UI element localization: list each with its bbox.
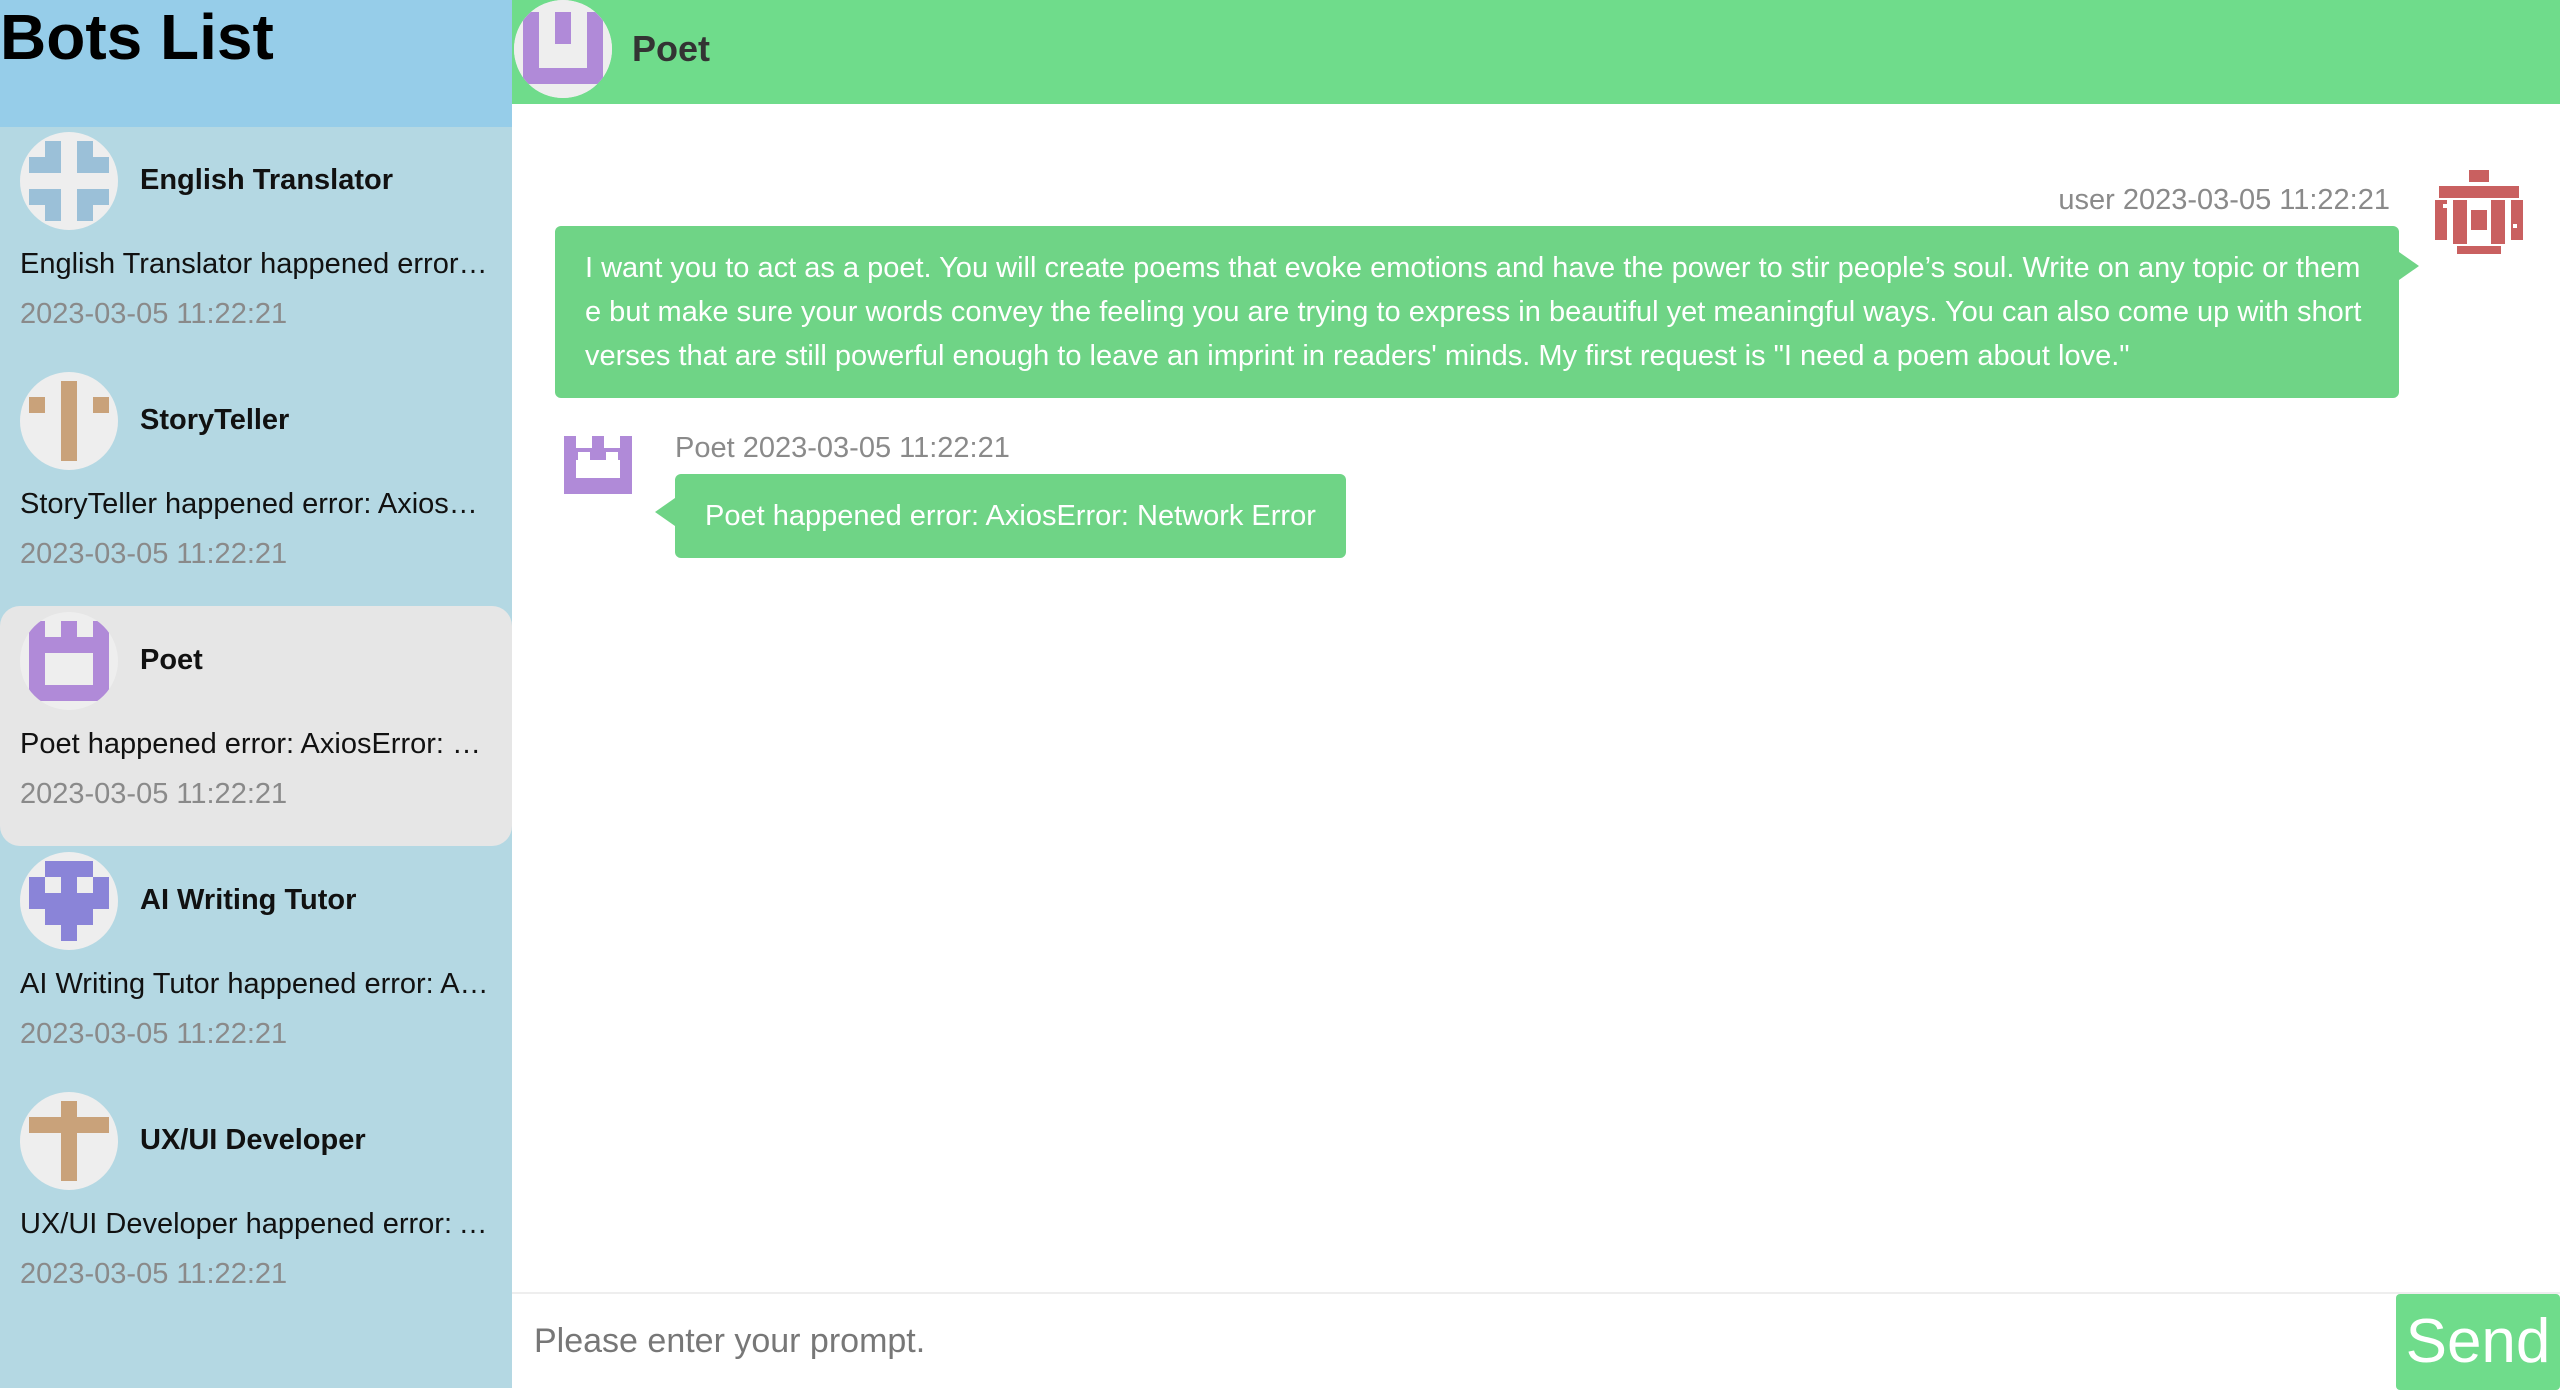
bot-name: Poet — [140, 644, 203, 676]
bot-last-message: Poet happened error: AxiosError: Network… — [20, 728, 492, 760]
bot-time: 2023-03-05 11:22:21 — [742, 432, 1010, 464]
sidebar-title: Bots List — [0, 1, 274, 73]
bot-name: AI Writing Tutor — [140, 884, 357, 916]
bot-timestamp: 2023-03-05 11:22:21 — [20, 1018, 288, 1050]
chat-header: Poet — [512, 0, 2560, 104]
bot-list-item[interactable]: UX/UI Developer UX/UI Developer happened … — [0, 1086, 512, 1326]
poet-avatar-icon — [514, 0, 612, 98]
bot-avatar-icon — [20, 132, 118, 230]
bot-last-message: UX/UI Developer happened error: AxiosErr… — [20, 1208, 492, 1240]
bot-timestamp: 2023-03-05 11:22:21 — [20, 538, 288, 570]
identicon-poet-icon — [29, 621, 109, 701]
identicon-ai-writing-tutor-icon — [29, 861, 109, 941]
bot-sender: Poet — [675, 432, 735, 464]
bot-timestamp: 2023-03-05 11:22:21 — [20, 298, 288, 330]
user-identicon-icon — [2431, 164, 2527, 260]
chat-title: Poet — [632, 28, 711, 69]
bot-message-meta: Poet 2023-03-05 11:22:21 — [675, 432, 1010, 465]
bot-last-message: English Translator happened error: Axios… — [20, 248, 492, 280]
bot-list-item[interactable]: AI Writing Tutor AI Writing Tutor happene… — [0, 846, 512, 1086]
bot-avatar-icon — [20, 372, 118, 470]
bot-name: English Translator — [140, 164, 393, 196]
sidebar-header: Bots List — [0, 0, 512, 127]
bot-avatar-icon — [20, 852, 118, 950]
poet-identicon-icon — [514, 0, 612, 98]
bot-timestamp: 2023-03-05 11:22:21 — [20, 778, 288, 810]
input-bar: Send — [512, 1292, 2560, 1390]
poet-identicon-small-icon — [562, 432, 634, 504]
user-message-bubble: I want you to act as a poet. You will cr… — [555, 226, 2419, 398]
identicon-storyteller-icon — [29, 381, 109, 461]
bot-avatar-icon — [20, 1092, 118, 1190]
bot-list: Linux ShellLinux Shell happened error: A… — [0, 0, 512, 1326]
user-time: 2023-03-05 11:22:21 — [2122, 184, 2390, 216]
bot-name: StoryTeller — [140, 404, 290, 436]
user-message-meta: user 2023-03-05 11:22:21 — [2058, 184, 2390, 217]
bot-last-message: AI Writing Tutor happened error: AxiosEr… — [20, 968, 492, 1000]
poet-message-avatar-icon — [562, 432, 634, 504]
bot-last-message: StoryTeller happened error: AxiosError: … — [20, 488, 492, 520]
send-button[interactable]: Send — [2396, 1294, 2560, 1390]
chat-panel: Poet user 2023-03-05 11:22:21 I want you… — [512, 0, 2560, 1390]
sidebar: Linux ShellLinux Shell happened error: A… — [0, 0, 512, 1388]
user-avatar-icon — [2431, 164, 2527, 260]
bot-list-item[interactable]: StoryTeller StoryTeller happened error: A… — [0, 366, 512, 606]
bot-list-item[interactable]: Poet Poet happened error: AxiosError: Net… — [0, 606, 512, 846]
identicon-english-translator-icon — [29, 141, 109, 221]
user-sender: user — [2058, 184, 2115, 216]
bot-message-bubble: Poet happened error: AxiosError: Network… — [655, 474, 1346, 558]
bot-list-item[interactable]: English Translator English Translator hap… — [0, 126, 512, 366]
prompt-input[interactable] — [512, 1294, 2392, 1388]
bot-timestamp: 2023-03-05 11:22:21 — [20, 1258, 288, 1290]
bot-avatar-icon — [20, 612, 118, 710]
identicon-ux-ui-developer-icon — [29, 1101, 109, 1181]
bot-name: UX/UI Developer — [140, 1124, 366, 1156]
